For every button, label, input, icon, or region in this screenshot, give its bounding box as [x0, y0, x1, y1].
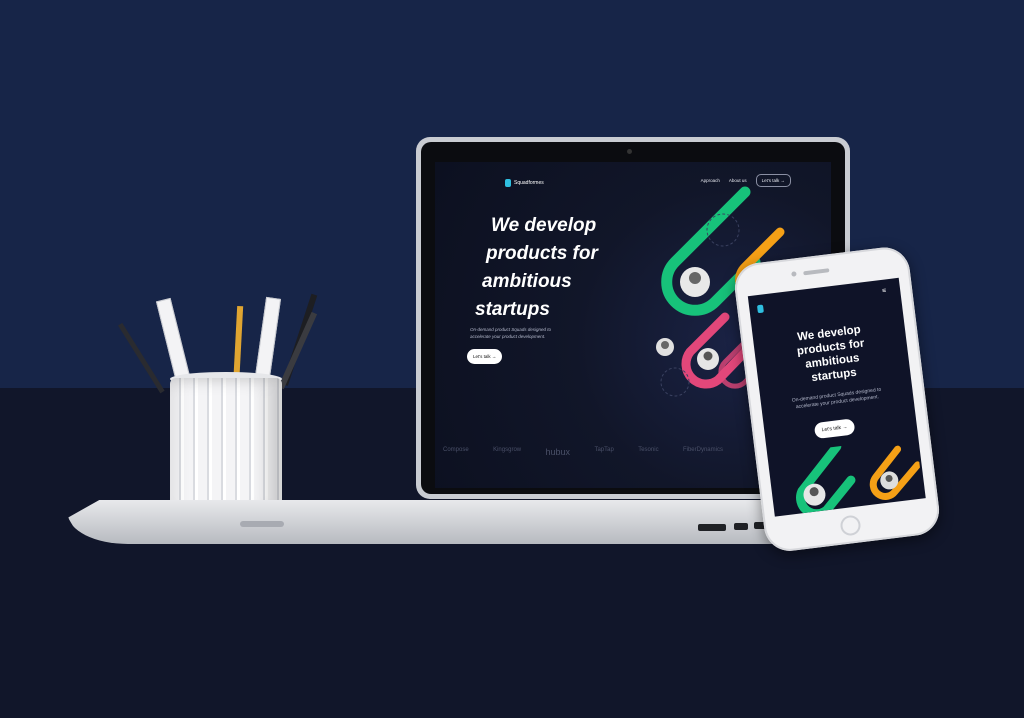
arrow-right-icon: → [491, 354, 497, 359]
hero-headline: We develop products for ambitious startu… [796, 323, 866, 385]
laptop-notch [240, 521, 284, 527]
client-logo: Compose [443, 447, 469, 453]
arrow-right-icon: → [842, 424, 848, 431]
hero-subtitle: On-demand product Squads designed to acc… [470, 327, 552, 339]
client-logo: Tesonic [638, 447, 659, 453]
brand-name: Squadformes [514, 180, 544, 186]
phone-speaker [803, 268, 830, 276]
usb-port [698, 524, 726, 531]
logo-icon [505, 179, 511, 187]
hamburger-icon[interactable]: ≡ [882, 287, 890, 294]
hero-subtitle: On-demand product Squads designed to acc… [791, 386, 882, 411]
client-logo: hubux [545, 447, 571, 457]
laptop-base [68, 500, 850, 544]
client-logo: Kingsgrow [493, 447, 522, 453]
logo-icon[interactable] [756, 304, 764, 314]
client-logos: Compose Kingsgrow hubux TapTap Tesonic F… [443, 447, 723, 457]
hero-illustration [796, 442, 922, 516]
hero-lets-talk-button[interactable]: Let's talk → [813, 418, 856, 440]
usb-port [734, 523, 748, 530]
phone-screen: ≡ We develop products for ambitious star… [747, 277, 926, 517]
smartphone: ≡ We develop products for ambitious star… [732, 244, 943, 554]
hero-lets-talk-button[interactable]: Let's talk → [467, 349, 503, 364]
front-camera [791, 271, 797, 277]
webcam [627, 149, 632, 154]
brand-logo[interactable]: Squadformes [505, 179, 544, 187]
client-logo: TapTap [594, 447, 614, 453]
home-button[interactable] [839, 514, 862, 537]
client-logo: FiberDynamics [682, 447, 723, 453]
